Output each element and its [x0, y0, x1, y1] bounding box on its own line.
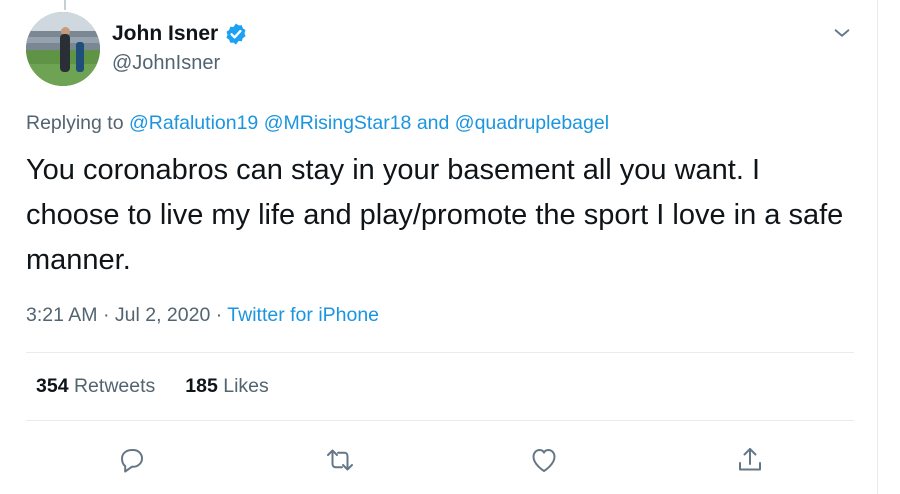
replying-prefix: Replying to: [26, 112, 124, 134]
retweet-button[interactable]: [322, 442, 358, 478]
reply-icon: [121, 449, 143, 473]
tweet-stats: 354 Retweets 185 Likes: [36, 375, 269, 398]
likes-label: Likes: [223, 375, 269, 397]
share-icon: [739, 448, 761, 471]
retweet-icon: [327, 449, 353, 471]
mention-link[interactable]: @quadruplebagel: [455, 112, 609, 134]
mention-link[interactable]: @Rafalution19: [129, 112, 258, 134]
like-button[interactable]: [526, 442, 562, 478]
tweet-source-link[interactable]: Twitter for iPhone: [227, 304, 379, 326]
verified-badge-icon: [226, 23, 246, 45]
tweet-date[interactable]: Jul 2, 2020: [115, 304, 210, 326]
timeline-border: [877, 0, 878, 494]
author-handle[interactable]: @JohnIsner: [112, 52, 220, 75]
retweets-count: 354: [36, 375, 69, 397]
author-name[interactable]: John Isner: [112, 22, 218, 46]
replying-to: Replying to @Rafalution19 @MRisingStar18…: [26, 112, 609, 135]
retweets-stat[interactable]: 354 Retweets: [36, 375, 155, 397]
action-bar: [0, 442, 900, 482]
tweet-time[interactable]: 3:21 AM: [26, 304, 98, 326]
mention-link[interactable]: @MRisingStar18: [264, 112, 412, 134]
avatar[interactable]: [26, 12, 100, 86]
tweet-meta: 3:21 AM · Jul 2, 2020 · Twitter for iPho…: [26, 304, 380, 326]
divider: [26, 420, 854, 421]
likes-stat[interactable]: 185 Likes: [185, 375, 269, 397]
replying-conjunction: and: [416, 112, 450, 134]
tweet-text: You coronabros can stay in your basement…: [26, 154, 844, 276]
divider: [26, 352, 854, 353]
thread-connector-line: [64, 0, 66, 10]
chevron-down-icon[interactable]: [831, 22, 853, 44]
likes-count: 185: [185, 375, 218, 397]
retweets-label: Retweets: [73, 375, 156, 397]
author-info: John Isner: [112, 20, 248, 48]
like-icon: [532, 449, 556, 472]
reply-button[interactable]: [114, 442, 150, 478]
share-button[interactable]: [732, 442, 768, 478]
